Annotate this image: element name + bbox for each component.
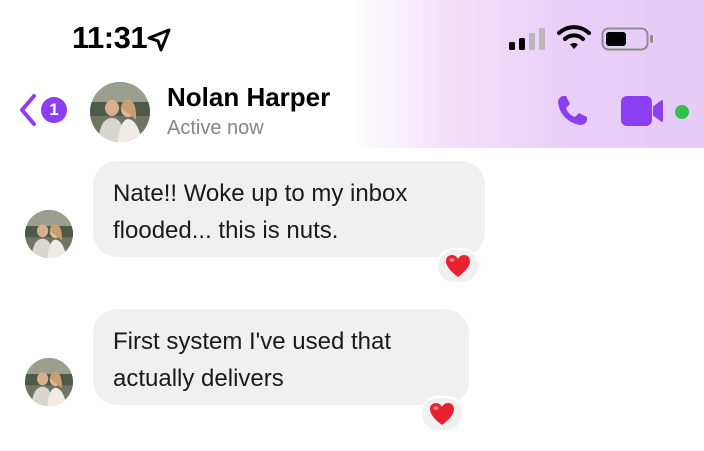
message-line: flooded... this is nuts. [113,217,339,244]
avatar-photo [90,82,150,142]
phone-icon[interactable] [553,92,591,130]
location-arrow-icon [147,28,171,52]
messenger-chat-screen: 11:31 1 Nolan Harper Active now Nate!! W… [0,0,704,451]
unread-count-badge: 1 [41,97,67,123]
message-line: Nate!! Woke up to my inbox [113,180,408,207]
contact-active-status: Active now [167,117,264,139]
message-bubble[interactable]: Nate!! Woke up to my inbox flooded... th… [93,161,485,257]
message-line: First system I've used that [113,328,392,355]
heart-reaction[interactable] [436,248,480,284]
battery-icon [601,27,653,51]
avatar-photo [25,210,73,258]
message-avatar[interactable] [25,210,73,258]
video-camera-icon[interactable] [621,96,667,126]
online-indicator [675,105,689,119]
chevron-left-icon [20,94,36,126]
message-avatar[interactable] [25,358,73,406]
message-bubble[interactable]: First system I've used that actually del… [93,309,469,405]
message-line: actually delivers [113,365,284,392]
heart-icon [446,255,470,277]
status-time: 11:31 [72,20,148,55]
heart-icon [430,403,454,425]
cellular-signal-icon [509,28,545,50]
wifi-icon [557,25,591,49]
contact-name[interactable]: Nolan Harper [167,82,330,113]
contact-avatar[interactable] [90,82,150,142]
heart-reaction[interactable] [420,396,464,432]
back-button[interactable]: 1 [18,92,78,128]
avatar-photo [25,358,73,406]
